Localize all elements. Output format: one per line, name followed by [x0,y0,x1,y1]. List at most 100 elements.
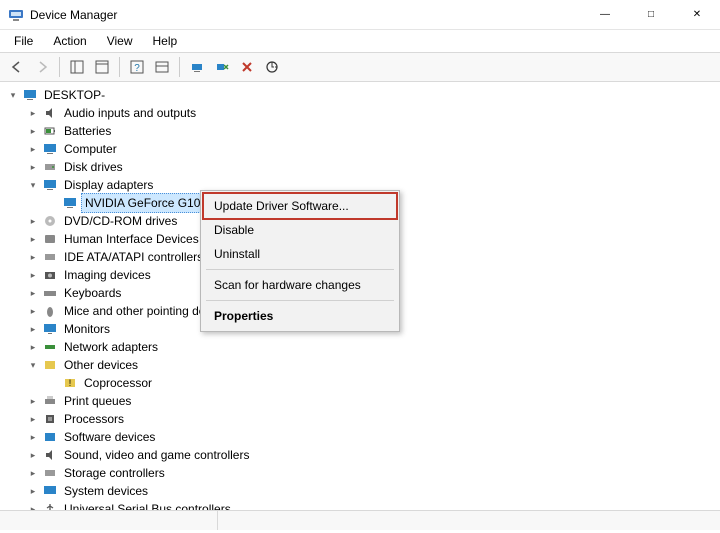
chevron-right-icon[interactable]: ▸ [26,106,40,120]
tree-item-processors[interactable]: ▸ Processors [6,410,720,428]
ctx-scan[interactable]: Scan for hardware changes [204,273,396,297]
title-bar: Device Manager — □ ✕ [0,0,720,30]
tree-item-label: Computer [62,140,119,158]
storage-icon [42,465,58,481]
chevron-right-icon[interactable]: ▸ [26,250,40,264]
tree-item-label: Disk drives [62,158,125,176]
tree-item-storage[interactable]: ▸ Storage controllers [6,464,720,482]
chevron-right-icon[interactable]: ▸ [26,322,40,336]
maximize-button[interactable]: □ [628,0,674,30]
tree-item-software-devices[interactable]: ▸ Software devices [6,428,720,446]
chevron-right-icon[interactable]: ▸ [26,412,40,426]
chevron-right-icon[interactable]: ▸ [26,340,40,354]
other-icon [42,357,58,373]
tree-item-audio[interactable]: ▸ Audio inputs and outputs [6,104,720,122]
tree-item-coprocessor[interactable]: ▸ ! Coprocessor [6,374,720,392]
tree-item-label: DVD/CD-ROM drives [62,212,179,230]
chevron-right-icon[interactable]: ▸ [26,214,40,228]
menu-view[interactable]: View [97,32,143,50]
chevron-right-icon[interactable]: ▸ [26,304,40,318]
tree-item-network[interactable]: ▸ Network adapters [6,338,720,356]
tree-item-label: Universal Serial Bus controllers [62,500,233,510]
software-icon [42,429,58,445]
toolbar-separator [59,57,60,77]
chevron-down-icon[interactable]: ▾ [26,358,40,372]
ctx-properties[interactable]: Properties [204,304,396,328]
show-hide-tree-button[interactable] [66,56,88,78]
system-icon [42,483,58,499]
tree-item-label: Print queues [62,392,133,410]
window-title: Device Manager [30,8,582,22]
sound-icon [42,447,58,463]
controller-icon [42,249,58,265]
hid-icon [42,231,58,247]
chevron-right-icon[interactable]: ▸ [26,484,40,498]
toolbar-separator [119,57,120,77]
no-expand-icon: ▸ [46,376,60,390]
tree-item-label: Monitors [62,320,112,338]
help-button[interactable]: ? [126,56,148,78]
camera-icon [42,267,58,283]
computer-icon [42,141,58,157]
tree-item-label: Batteries [62,122,113,140]
tree-item-print-queues[interactable]: ▸ Print queues [6,392,720,410]
properties-button[interactable] [91,56,113,78]
tree-item-computer[interactable]: ▸ Computer [6,140,720,158]
back-button[interactable] [6,56,28,78]
tree-item-label: Human Interface Devices [62,230,201,248]
chevron-right-icon[interactable]: ▸ [26,232,40,246]
menu-help[interactable]: Help [143,32,188,50]
svg-text:!: ! [69,378,72,388]
chevron-down-icon[interactable]: ▾ [26,178,40,192]
scan-hardware-button[interactable] [261,56,283,78]
tree-item-label: Audio inputs and outputs [62,104,198,122]
chevron-right-icon[interactable]: ▸ [26,430,40,444]
display-icon [42,177,58,193]
menu-file[interactable]: File [4,32,43,50]
tree-item-system-devices[interactable]: ▸ System devices [6,482,720,500]
disable-button[interactable] [236,56,258,78]
menu-bar: File Action View Help [0,30,720,52]
menu-action[interactable]: Action [43,32,96,50]
uninstall-button[interactable] [211,56,233,78]
close-button[interactable]: ✕ [674,0,720,30]
chevron-right-icon[interactable]: ▸ [26,286,40,300]
tree-item-usb[interactable]: ▸ Universal Serial Bus controllers [6,500,720,510]
tree-item-sound[interactable]: ▸ Sound, video and game controllers [6,446,720,464]
ctx-update-driver[interactable]: Update Driver Software... [202,192,398,220]
svg-text:?: ? [134,63,140,74]
tree-item-batteries[interactable]: ▸ Batteries [6,122,720,140]
tree-item-label: Other devices [62,356,140,374]
forward-button[interactable] [31,56,53,78]
menu-separator [206,300,394,301]
monitor-icon [42,321,58,337]
tree-item-other-devices[interactable]: ▾ Other devices [6,356,720,374]
ctx-uninstall[interactable]: Uninstall [204,242,396,266]
chevron-down-icon[interactable]: ▾ [6,88,20,102]
chevron-right-icon[interactable]: ▸ [26,448,40,462]
chevron-right-icon[interactable]: ▸ [26,160,40,174]
tree-item-disk-drives[interactable]: ▸ Disk drives [6,158,720,176]
tree-item-label: Keyboards [62,284,123,302]
chevron-right-icon[interactable]: ▸ [26,124,40,138]
printer-icon [42,393,58,409]
chevron-right-icon[interactable]: ▸ [26,394,40,408]
ctx-disable[interactable]: Disable [204,218,396,242]
tree-root-label: DESKTOP- [42,86,107,104]
tree-item-label: Storage controllers [62,464,167,482]
no-expand-icon: ▸ [46,196,60,210]
keyboard-icon [42,285,58,301]
status-bar [0,510,720,530]
tree-item-label: Network adapters [62,338,160,356]
menu-separator [206,269,394,270]
tree-root[interactable]: ▾ DESKTOP- [6,86,720,104]
device-manager-icon [8,7,24,23]
chevron-right-icon[interactable]: ▸ [26,268,40,282]
chevron-right-icon[interactable]: ▸ [26,142,40,156]
context-menu: Update Driver Software... Disable Uninst… [200,190,400,332]
minimize-button[interactable]: — [582,0,628,30]
chevron-right-icon[interactable]: ▸ [26,502,40,510]
chevron-right-icon[interactable]: ▸ [26,466,40,480]
update-driver-button[interactable] [186,56,208,78]
view-by-type-button[interactable] [151,56,173,78]
